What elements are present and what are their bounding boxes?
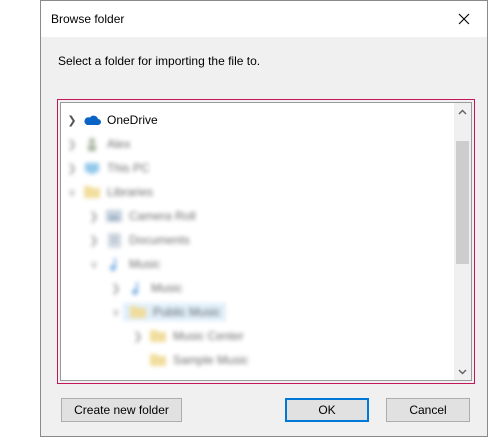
chevron-right-icon[interactable]: ❯	[65, 114, 79, 127]
tree-item-onedrive[interactable]: ❯ OneDrive	[65, 109, 158, 131]
tree-item-label: Documents	[129, 233, 190, 247]
tree-item-label: Sample Music	[173, 353, 249, 367]
close-button[interactable]	[441, 1, 487, 37]
chevron-down-icon	[458, 369, 467, 374]
chevron-right-icon[interactable]: ❯	[65, 138, 79, 151]
tree-item-label: Music	[129, 257, 161, 271]
tree-item-label: OneDrive	[107, 113, 158, 127]
tree-item-sample-music[interactable]: Sample Music	[131, 349, 248, 371]
vertical-scrollbar[interactable]	[454, 103, 471, 380]
computer-icon	[83, 161, 101, 175]
cloud-icon	[83, 113, 101, 127]
documents-icon	[105, 232, 123, 248]
tree-item-libraries[interactable]: ∨ Libraries	[65, 181, 153, 203]
music-icon	[105, 256, 123, 271]
scrollbar-thumb[interactable]	[456, 141, 469, 264]
tree-item-this-pc[interactable]: ❯ This PC	[65, 157, 150, 179]
ok-button[interactable]: OK	[285, 398, 369, 422]
chevron-right-icon[interactable]: ❯	[65, 162, 79, 175]
folder-icon	[149, 353, 167, 367]
chevron-right-icon[interactable]: ❯	[87, 234, 101, 247]
close-icon	[458, 13, 470, 25]
user-icon	[83, 137, 101, 151]
folder-tree[interactable]: ❯ OneDrive ❯ Alex ❯ This PC ∨ Libraries …	[60, 102, 472, 381]
browse-folder-dialog: Browse folder Select a folder for import…	[40, 0, 488, 437]
tree-item-label: Public Music	[153, 305, 221, 319]
tree-item-label: This PC	[107, 161, 150, 175]
cancel-button[interactable]: Cancel	[386, 398, 470, 422]
dialog-title: Browse folder	[51, 12, 125, 26]
tree-item-camera-roll[interactable]: ❯ Camera Roll	[87, 205, 196, 227]
scroll-up-button[interactable]	[454, 103, 471, 120]
selection-highlight: Public Music	[123, 303, 227, 321]
chevron-down-icon[interactable]: ∨	[87, 258, 101, 271]
pictures-icon	[105, 209, 123, 223]
tree-item-documents[interactable]: ❯ Documents	[87, 229, 190, 251]
music-icon	[127, 280, 145, 295]
tree-item-music[interactable]: ❯ Music	[109, 277, 182, 299]
scroll-down-button[interactable]	[454, 363, 471, 380]
tree-item-label: Camera Roll	[129, 209, 196, 223]
instruction-text: Select a folder for importing the file t…	[58, 54, 261, 68]
chevron-down-icon[interactable]: ∨	[65, 186, 79, 199]
tree-item-music-center[interactable]: ❯ Music Center	[131, 325, 244, 347]
tree-item-public-music[interactable]: ∨ Public Music	[109, 301, 227, 323]
folder-icon	[83, 185, 101, 199]
tree-item-label: Music Center	[173, 329, 244, 343]
tree-item-label: Alex	[107, 137, 131, 151]
chevron-up-icon	[458, 109, 467, 114]
tree-item-music-library[interactable]: ∨ Music	[87, 253, 160, 275]
title-bar: Browse folder	[41, 1, 487, 37]
create-new-folder-button[interactable]: Create new folder	[61, 398, 182, 422]
tree-item-user[interactable]: ❯ Alex	[65, 133, 130, 155]
chevron-right-icon[interactable]: ❯	[87, 210, 101, 223]
tree-item-label: Music	[151, 281, 183, 295]
folder-icon	[149, 329, 167, 343]
chevron-right-icon[interactable]: ❯	[131, 330, 145, 343]
tree-item-label: Libraries	[107, 185, 154, 199]
folder-tree-focus-frame: ❯ OneDrive ❯ Alex ❯ This PC ∨ Libraries …	[57, 99, 475, 384]
chevron-right-icon[interactable]: ❯	[109, 282, 123, 295]
chevron-down-icon[interactable]: ∨	[109, 306, 123, 319]
folder-icon	[129, 305, 147, 319]
